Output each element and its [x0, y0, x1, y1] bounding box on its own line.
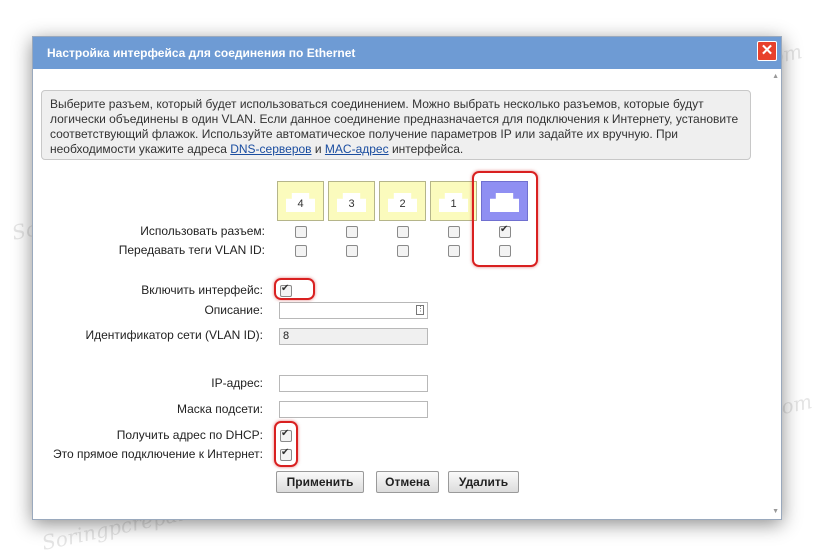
delete-button[interactable]: Удалить	[448, 471, 519, 493]
lock-icon: ⋮	[416, 305, 424, 315]
ip-address-label: IP-адрес:	[211, 376, 263, 390]
highlight-internet-port	[472, 171, 538, 267]
use-port-2-checkbox[interactable]	[397, 226, 409, 238]
apply-button[interactable]: Применить	[276, 471, 364, 493]
dialog-titlebar[interactable]: Настройка интерфейса для соединения по E…	[33, 37, 781, 69]
port-number: 3	[348, 198, 355, 210]
port-4: 4	[277, 181, 324, 221]
dns-servers-link[interactable]: DNS-серверов	[230, 142, 311, 156]
info-text-and: и	[311, 142, 325, 156]
dhcp-label: Получить адрес по DHCP:	[116, 428, 263, 442]
port-1: 1	[430, 181, 477, 221]
subnet-mask-input[interactable]	[279, 401, 428, 418]
close-icon[interactable]: ✕	[757, 41, 777, 61]
internet-connection-label: Это прямое подключение к Интернет:	[52, 447, 263, 461]
scrollbar[interactable]: ▲ ▼	[771, 73, 779, 515]
vlan-id-label: Идентификатор сети (VLAN ID):	[85, 328, 264, 342]
highlight-dhcp-checkboxes	[274, 421, 298, 467]
vlan-port-1-checkbox[interactable]	[448, 245, 460, 257]
description-input[interactable]: ⋮	[279, 302, 428, 319]
vlan-id-input[interactable]: 8	[279, 328, 428, 345]
ethernet-settings-dialog: Настройка интерфейса для соединения по E…	[32, 36, 782, 520]
vlan-port-4-checkbox[interactable]	[295, 245, 307, 257]
highlight-enable-checkbox	[274, 278, 315, 300]
scroll-up-icon[interactable]: ▲	[772, 73, 779, 80]
mac-address-link[interactable]: MAC-адрес	[325, 142, 389, 156]
cancel-button[interactable]: Отмена	[376, 471, 439, 493]
port-number: 2	[399, 198, 406, 210]
enable-interface-label: Включить интерфейс:	[141, 283, 263, 297]
port-3: 3	[328, 181, 375, 221]
dialog-title: Настройка интерфейса для соединения по E…	[47, 46, 356, 60]
vlan-port-3-checkbox[interactable]	[346, 245, 358, 257]
subnet-mask-label: Маска подсети:	[176, 402, 263, 416]
scroll-down-icon[interactable]: ▼	[772, 508, 779, 515]
port-number: 4	[297, 198, 304, 210]
port-2: 2	[379, 181, 426, 221]
use-port-1-checkbox[interactable]	[448, 226, 460, 238]
vlan-port-2-checkbox[interactable]	[397, 245, 409, 257]
vlan-tags-label: Передавать теги VLAN ID:	[118, 243, 265, 257]
port-number: 1	[450, 198, 457, 210]
info-text-end: интерфейса.	[388, 142, 464, 156]
use-port-4-checkbox[interactable]	[295, 226, 307, 238]
info-box: Выберите разъем, который будет использов…	[41, 90, 751, 160]
ip-address-input[interactable]	[279, 375, 428, 392]
use-port-3-checkbox[interactable]	[346, 226, 358, 238]
use-port-label: Использовать разъем:	[140, 224, 265, 238]
description-label: Описание:	[204, 303, 263, 317]
